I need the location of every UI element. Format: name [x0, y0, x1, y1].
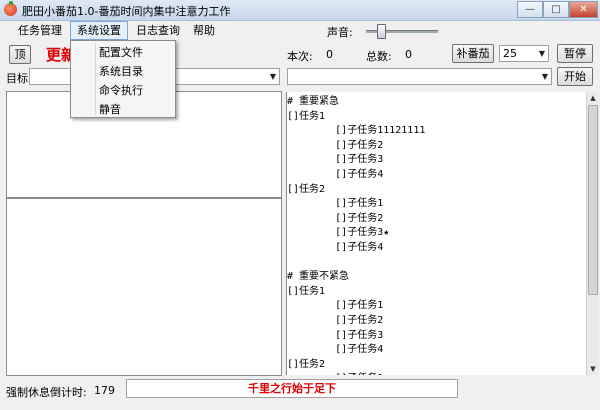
- editor-line: []子任务1: [287, 300, 384, 312]
- maximize-button[interactable]: □: [543, 1, 569, 18]
- editor-line: []子任务3: [287, 329, 384, 341]
- editor-line: []子任务3★: [287, 227, 390, 239]
- menu-help[interactable]: 帮助: [187, 21, 221, 40]
- editor-line: []子任务11121111: [287, 125, 426, 137]
- editor-line: []子任务1: [287, 198, 384, 210]
- goal-label: 目标: [6, 72, 28, 85]
- menu-item-config-file[interactable]: 配置文件: [99, 44, 143, 60]
- editor-line: []子任务2: [287, 315, 384, 326]
- scrollbar-thumb[interactable]: [588, 105, 598, 295]
- menu-log-query[interactable]: 日志查询: [130, 21, 186, 40]
- editor-line: []子任务4: [287, 344, 384, 356]
- menu-item-run-command[interactable]: 命令执行: [99, 82, 143, 98]
- editor-line: []子任务1: [287, 371, 383, 375]
- menu-item-system-directory[interactable]: 系统目录: [99, 63, 143, 79]
- title-bar: 肥田小番茄1.0-番茄时间内集中注意力工作 — □ ✕: [0, 0, 600, 21]
- editor-line: []任务1: [287, 110, 326, 122]
- settings-dropdown-menu: 配置文件 系统目录 命令执行 静音: [70, 40, 176, 118]
- pin-top-button[interactable]: 顶: [9, 45, 31, 64]
- add-tomato-button[interactable]: 补番茄: [452, 44, 494, 63]
- chevron-down-icon: ▼: [541, 72, 548, 81]
- task-select[interactable]: ▼: [287, 68, 552, 85]
- tomato-icon: [4, 1, 17, 16]
- volume-slider-thumb[interactable]: [376, 24, 386, 39]
- task-editor[interactable]: # 重要紧急 []任务1 []子任务11121111 []子任务2 []子任务3 …: [286, 92, 587, 375]
- total-value: 0: [405, 48, 412, 61]
- menu-system-settings[interactable]: 系统设置: [70, 21, 128, 40]
- chevron-down-icon: ▼: [538, 49, 545, 58]
- start-button[interactable]: 开始: [557, 67, 593, 86]
- motto-box: 千里之行始于足下: [126, 379, 458, 398]
- editor-line: []任务1: [287, 285, 326, 297]
- pause-button[interactable]: 暂停: [557, 44, 593, 63]
- total-label: 总数:: [366, 50, 392, 63]
- minutes-select-value: 25: [503, 47, 517, 60]
- menu-item-mute[interactable]: 静音: [99, 101, 121, 117]
- this-time-value: 0: [326, 48, 333, 61]
- editor-line: []子任务2: [287, 212, 384, 224]
- chevron-down-icon: ▼: [269, 72, 276, 81]
- menu-bar: 任务管理 系统设置 日志查询 帮助 声音:: [0, 21, 600, 41]
- editor-scrollbar[interactable]: ▲ ▼: [586, 92, 599, 375]
- editor-line: # 重要紧急: [287, 96, 340, 107]
- minimize-button[interactable]: —: [517, 1, 543, 18]
- menu-task-management[interactable]: 任务管理: [12, 21, 68, 40]
- editor-line: []子任务4: [287, 242, 384, 253]
- editor-line: []子任务4: [287, 169, 384, 180]
- close-button[interactable]: ✕: [569, 1, 598, 18]
- editor-line: []子任务2: [287, 139, 384, 151]
- minutes-select[interactable]: 25 ▼: [499, 45, 549, 62]
- window-title: 肥田小番茄1.0-番茄时间内集中注意力工作: [22, 5, 231, 18]
- editor-line: []任务2: [287, 358, 326, 370]
- menu-gutter: [95, 43, 96, 115]
- editor-line: []子任务3: [287, 154, 384, 166]
- bottom-left-panel[interactable]: [6, 198, 282, 376]
- scroll-down-icon[interactable]: ▼: [587, 363, 599, 375]
- editor-line: []任务2: [287, 183, 326, 195]
- volume-label: 声音:: [327, 26, 353, 39]
- editor-line: # 重要不紧急: [287, 271, 350, 283]
- rest-countdown-value: 179: [94, 384, 115, 397]
- this-time-label: 本次:: [287, 50, 313, 63]
- rest-countdown-label: 强制休息倒计时:: [6, 386, 87, 399]
- scroll-up-icon[interactable]: ▲: [587, 92, 599, 104]
